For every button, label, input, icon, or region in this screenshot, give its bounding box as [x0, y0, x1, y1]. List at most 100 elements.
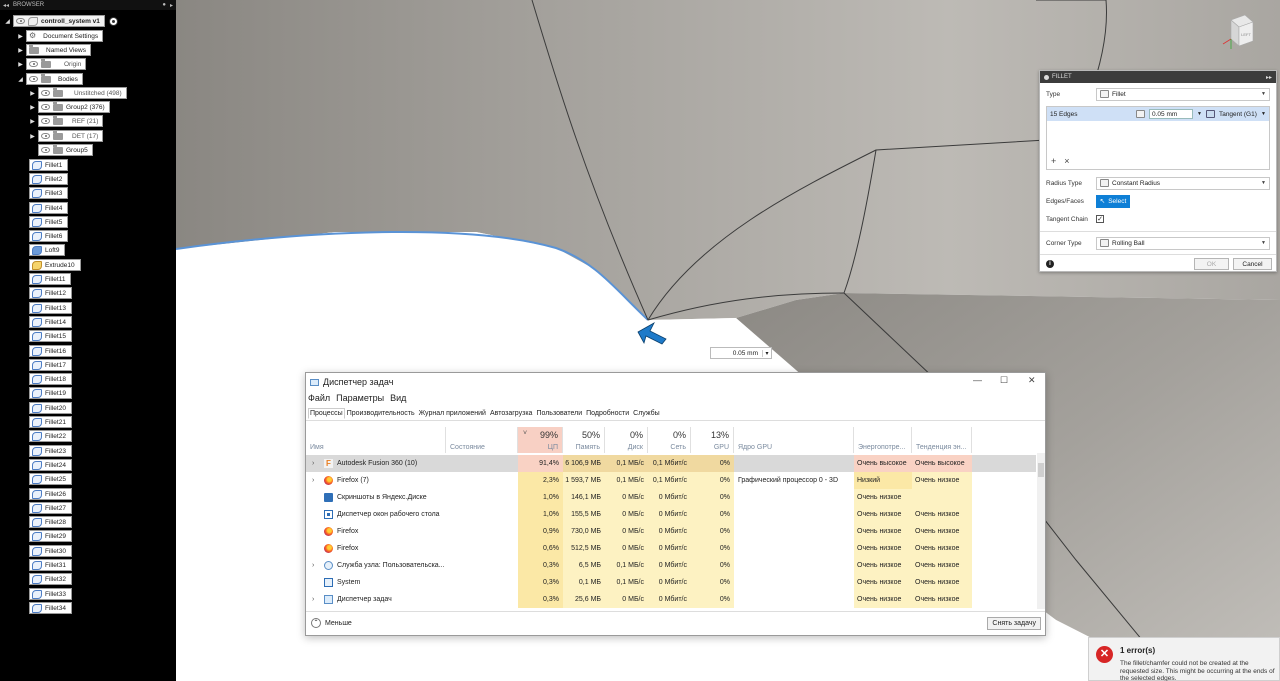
feature-item[interactable]: Fillet27: [29, 502, 72, 514]
task-manager-titlebar[interactable]: Диспетчер задач: [310, 377, 393, 387]
close-button[interactable]: ✕: [1028, 375, 1036, 386]
radius-value[interactable]: 0.05 mm: [711, 350, 762, 357]
view-cube[interactable]: LEFT: [1221, 14, 1255, 50]
eye-icon[interactable]: [41, 104, 50, 110]
activate-target-icon[interactable]: [108, 16, 118, 26]
fillet-dialog-header[interactable]: FILLET ▸▸: [1040, 71, 1276, 83]
ok-button[interactable]: OK: [1194, 258, 1229, 270]
edge-set-list[interactable]: 15 Edges 0.05 mm ▼ Tangent (G1) ▼ + ×: [1046, 106, 1270, 170]
remove-icon[interactable]: ×: [1064, 156, 1069, 166]
feature-item[interactable]: Fillet14: [29, 316, 72, 328]
expand-icon[interactable]: ›: [312, 472, 314, 489]
menu-file[interactable]: Файл: [308, 393, 330, 403]
tab-services[interactable]: Службы: [631, 408, 662, 419]
expand-icon[interactable]: ›: [312, 455, 314, 472]
tab-app-history[interactable]: Журнал приложений: [417, 408, 488, 419]
expand-icon[interactable]: ▸▸: [1266, 74, 1272, 81]
column-disk[interactable]: 0% Диск: [605, 427, 648, 453]
named-views-chip[interactable]: Named Views: [26, 44, 91, 56]
tree-root[interactable]: ◢ controll_system v1: [4, 15, 118, 27]
eye-icon[interactable]: [29, 76, 38, 82]
tree-node-unstitched[interactable]: ▶ Unstitched (498): [29, 87, 127, 99]
error-notification[interactable]: ✕ 1 error(s) The fillet/chamfer could no…: [1088, 637, 1280, 681]
feature-item[interactable]: Fillet25: [29, 473, 72, 485]
table-row[interactable]: › Служба узла: Пользовательска... 0,3% 6…: [306, 557, 1036, 574]
chevron-down-icon[interactable]: ▾: [762, 349, 771, 357]
feature-item[interactable]: Fillet20: [29, 402, 72, 414]
document-settings-chip[interactable]: ⚙ Document Settings: [26, 30, 104, 42]
chevron-down-icon[interactable]: ▼: [1261, 91, 1266, 97]
column-gpu[interactable]: 13% GPU: [691, 427, 734, 453]
scrollbar-thumb[interactable]: [1038, 463, 1044, 477]
feature-item[interactable]: Fillet6: [29, 230, 69, 242]
type-select[interactable]: Fillet ▼: [1096, 87, 1270, 101]
unstitched-chip[interactable]: Unstitched (498): [38, 87, 127, 99]
tree-node-origin[interactable]: ▶ Origin: [17, 58, 87, 70]
add-icon[interactable]: +: [1051, 156, 1056, 166]
chevron-down-icon[interactable]: ▼: [1197, 111, 1202, 117]
pin-icon[interactable]: [1044, 74, 1049, 80]
feature-item[interactable]: Fillet22: [29, 430, 72, 442]
eye-icon[interactable]: [41, 147, 50, 153]
menu-options[interactable]: Параметры: [336, 393, 384, 403]
feature-item[interactable]: Fillet23: [29, 445, 72, 457]
feature-item[interactable]: Fillet31: [29, 559, 72, 571]
tab-processes[interactable]: Процессы: [308, 408, 345, 419]
feature-item[interactable]: Fillet13: [29, 302, 72, 314]
eye-icon[interactable]: [16, 18, 25, 24]
minimize-button[interactable]: —: [973, 375, 982, 385]
feature-item[interactable]: Fillet21: [29, 416, 72, 428]
ref-chip[interactable]: REF (21): [38, 115, 104, 127]
group5-chip[interactable]: Group5: [38, 144, 93, 156]
tab-details[interactable]: Подробности: [584, 408, 631, 419]
tree-node-named-views[interactable]: ▶ Named Views: [17, 44, 91, 56]
fewer-details-button[interactable]: ⌃ Меньше: [311, 618, 352, 628]
column-power-usage[interactable]: Энергопотре...: [854, 427, 912, 453]
fillet-radius-input[interactable]: 0.05 mm ▾: [710, 347, 772, 359]
feature-item[interactable]: Fillet17: [29, 359, 72, 371]
cancel-button[interactable]: Cancel: [1233, 258, 1272, 270]
table-row[interactable]: › Firefox (7) 2,3% 1 593,7 МБ 0,1 МБ/с 0…: [306, 472, 1036, 489]
feature-item[interactable]: Fillet4: [29, 202, 69, 214]
vertical-scrollbar[interactable]: [1037, 453, 1045, 609]
feature-item[interactable]: Fillet5: [29, 216, 69, 228]
group2-chip[interactable]: Group2 (376): [38, 101, 110, 113]
table-row[interactable]: › F Autodesk Fusion 360 (10) 91,4% 6 106…: [306, 455, 1036, 472]
expand-triangle-icon[interactable]: ▶: [29, 104, 36, 111]
select-button[interactable]: ↖ Select: [1096, 194, 1130, 208]
pin-icon[interactable]: ●: [162, 2, 166, 8]
tree-node-group5[interactable]: Group5: [38, 144, 93, 156]
chevron-down-icon[interactable]: ▼: [1261, 180, 1266, 186]
feature-item[interactable]: Fillet12: [29, 287, 72, 299]
feature-item[interactable]: Fillet11: [29, 273, 72, 285]
tree-node-document-settings[interactable]: ▶ ⚙ Document Settings: [17, 30, 104, 42]
origin-chip[interactable]: Origin: [26, 58, 87, 70]
chevron-down-icon[interactable]: ▼: [1261, 240, 1266, 246]
expand-triangle-icon[interactable]: ▶: [29, 90, 36, 97]
column-memory[interactable]: 50% Память: [563, 427, 605, 453]
bodies-chip[interactable]: Bodies: [26, 73, 83, 85]
table-row[interactable]: › Диспетчер задач 0,3% 25,6 МБ 0 МБ/с 0 …: [306, 591, 1036, 608]
column-cpu[interactable]: ˅ 99% ЦП: [518, 427, 563, 453]
tree-node-det[interactable]: ▶ DET (17): [29, 130, 104, 142]
edge-radius-input[interactable]: 0.05 mm: [1149, 109, 1193, 119]
feature-item[interactable]: Fillet24: [29, 459, 72, 471]
table-row[interactable]: Firefox 0,6% 512,5 МБ 0 МБ/с 0 Мбит/с 0%…: [306, 540, 1036, 557]
collapse-triangle-icon[interactable]: ◢: [17, 76, 24, 83]
expand-icon[interactable]: ›: [312, 591, 314, 608]
maximize-button[interactable]: ☐: [1000, 375, 1008, 386]
feature-item[interactable]: Fillet30: [29, 545, 72, 557]
eye-icon[interactable]: [29, 61, 38, 67]
feature-item[interactable]: Fillet19: [29, 387, 72, 399]
info-icon[interactable]: i: [1046, 260, 1054, 268]
expand-triangle-icon[interactable]: ▶: [29, 118, 36, 125]
tab-users[interactable]: Пользователи: [534, 408, 584, 419]
column-gpu-engine[interactable]: Ядро GPU: [734, 427, 854, 453]
tab-startup[interactable]: Автозагрузка: [488, 408, 534, 419]
feature-item[interactable]: Fillet18: [29, 373, 72, 385]
tree-node-group2[interactable]: ▶ Group2 (376): [29, 101, 110, 113]
feature-item[interactable]: Fillet33: [29, 588, 72, 600]
tab-performance[interactable]: Производительность: [345, 408, 417, 419]
menu-view[interactable]: Вид: [390, 393, 406, 403]
expand-triangle-icon[interactable]: ▶: [17, 61, 24, 68]
